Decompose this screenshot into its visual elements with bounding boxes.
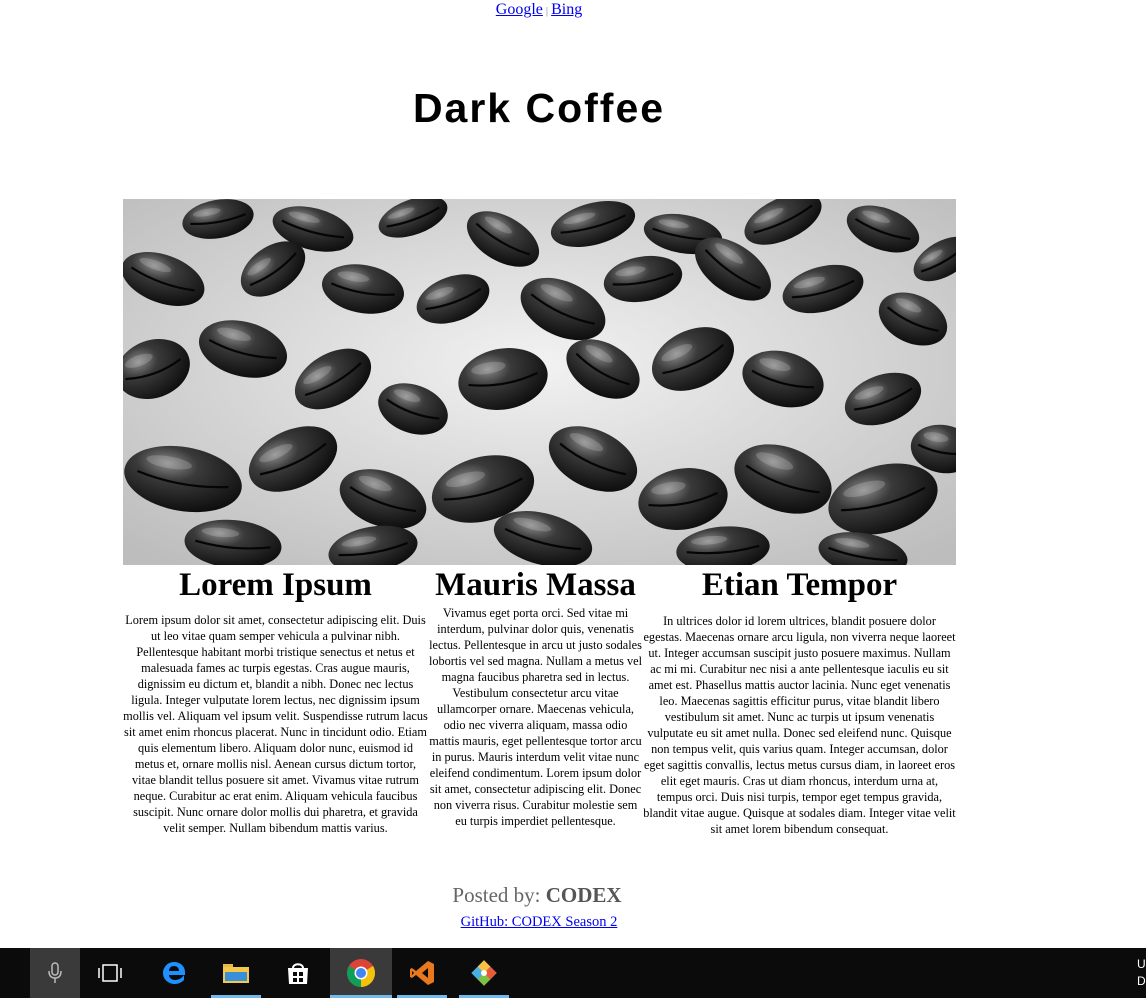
clock-date: D <box>1137 974 1146 988</box>
column-mauris-massa: Mauris Massa Vivamus eget porta orci. Se… <box>428 565 643 829</box>
nav-separator: | <box>545 5 549 17</box>
posted-prefix: Posted by: <box>452 883 541 907</box>
edge-icon[interactable] <box>149 948 199 998</box>
store-icon[interactable] <box>273 948 323 998</box>
google-link[interactable]: Google <box>496 1 543 18</box>
file-explorer-icon[interactable] <box>211 948 261 998</box>
column-text: Vivamus eget porta orci. Sed vitae mi in… <box>428 606 643 828</box>
posted-by: Posted by: CODEX <box>0 882 1074 908</box>
author-name: CODEX <box>545 883 622 907</box>
clock-time: U <box>1137 957 1146 971</box>
column-text: In ultrices dolor id lorem ultrices, bla… <box>643 614 956 836</box>
column-text: Lorem ipsum dolor sit amet, consectetur … <box>123 613 428 835</box>
github-footer: GitHub: CODEX Season 2 <box>0 912 1078 932</box>
column-lorem-ipsum: Lorem Ipsum Lorem ipsum dolor sit amet, … <box>123 565 428 836</box>
microphone-icon[interactable] <box>30 948 80 998</box>
github-link[interactable]: GitHub: CODEX Season 2 <box>461 914 618 930</box>
system-clock[interactable]: U D <box>1137 956 1146 990</box>
chrome-icon[interactable] <box>330 948 392 998</box>
visual-studio-icon[interactable] <box>397 948 447 998</box>
coffee-beans-image <box>123 199 956 565</box>
windows-taskbar: U D <box>0 948 1146 998</box>
column-heading: Lorem Ipsum <box>179 567 372 603</box>
column-heading: Etian Tempor <box>701 567 898 603</box>
column-heading: Mauris Massa <box>435 567 636 603</box>
page-title: Dark Coffee <box>412 85 666 131</box>
task-view-icon[interactable] <box>85 948 135 998</box>
git-icon[interactable] <box>459 948 509 998</box>
column-etian-tempor: Etian Tempor In ultrices dolor id lorem … <box>643 565 956 837</box>
top-nav: Google | Bing <box>0 0 1078 21</box>
bing-link[interactable]: Bing <box>551 1 582 18</box>
